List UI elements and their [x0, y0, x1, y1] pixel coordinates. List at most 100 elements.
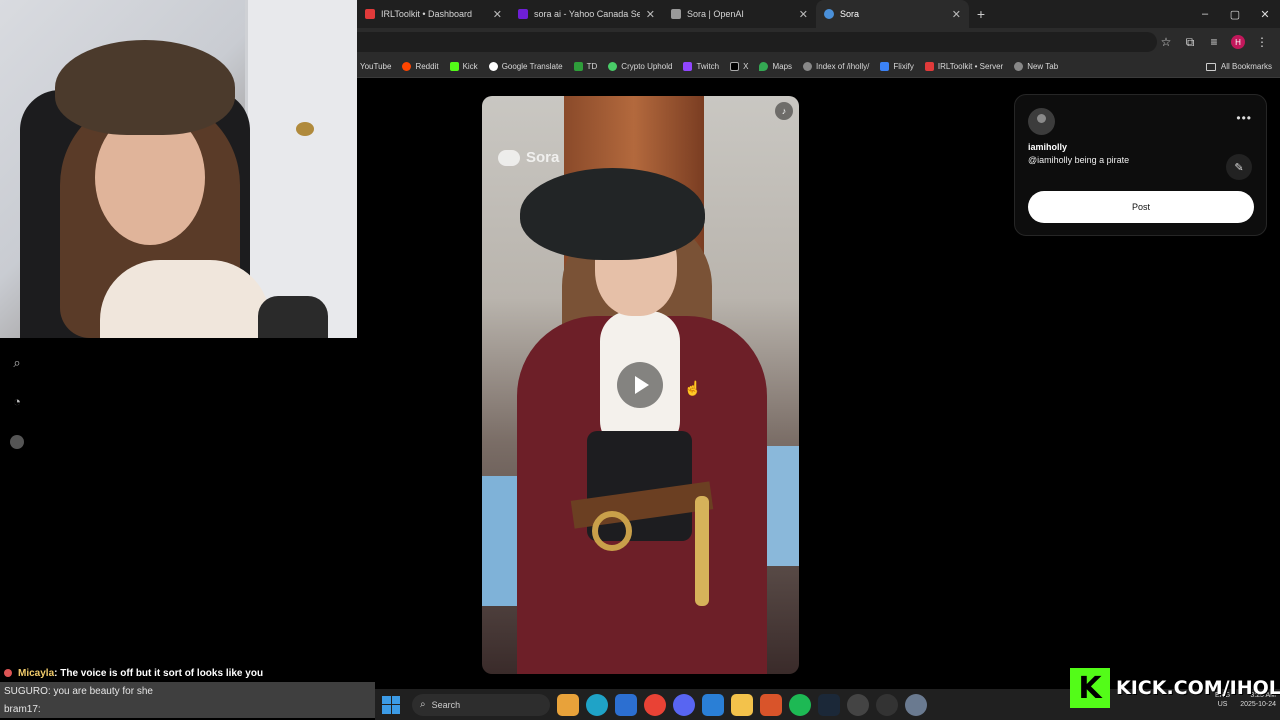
close-window-button[interactable]: ✕	[1250, 8, 1280, 21]
play-button[interactable]	[617, 362, 663, 408]
belt-buckle	[592, 511, 632, 551]
menu-kebab-icon[interactable]: ⋮	[1250, 30, 1274, 54]
media-controls-icon[interactable]: ≡	[1202, 30, 1226, 54]
search-icon[interactable]: ⌕	[9, 355, 25, 371]
watermark-text: Sora	[526, 149, 560, 166]
bookmark-kick[interactable]: Kick	[449, 62, 478, 71]
bookmark-reddit[interactable]: Reddit	[402, 62, 439, 71]
chat-text: :	[37, 703, 41, 715]
streamer-shoulders	[100, 260, 270, 338]
bookmarks-bar: YouTube Reddit Kick Google Translate TD …	[357, 56, 1280, 78]
settings-gear-icon[interactable]	[905, 693, 927, 716]
bookmark-label: Kick	[462, 62, 478, 71]
shield-app-icon[interactable]	[702, 693, 724, 716]
post-composer: ••• iamiholly @iamiholly being a pirate …	[1014, 94, 1267, 236]
address-bar[interactable]	[357, 32, 1157, 52]
post-caption[interactable]: @iamiholly being a pirate	[1028, 155, 1129, 165]
sora-watermark: Sora	[498, 149, 559, 166]
tab-sora[interactable]: Sora ✕	[816, 0, 969, 28]
bookmark-flixify[interactable]: Flixify	[880, 62, 914, 71]
obs-app-icon[interactable]	[760, 693, 782, 716]
bookmark-youtube[interactable]: YouTube	[360, 62, 391, 71]
tab-bar: IRLToolkit • Dashboard ✕ sora ai - Yahoo…	[357, 0, 1280, 28]
recording-app-icon[interactable]	[876, 693, 898, 716]
minimize-button[interactable]: –	[1190, 8, 1220, 21]
speaker-icon[interactable]: ♪	[775, 102, 793, 120]
chat-message: Micayla : The voice is off but it sort o…	[0, 664, 375, 682]
bookmark-label: Crypto Uphold	[621, 62, 673, 71]
door-knob	[296, 122, 314, 136]
profile-avatar-icon[interactable]	[10, 435, 24, 449]
tab-title: Sora | OpenAI	[687, 9, 744, 19]
tab-close-icon[interactable]: ✕	[799, 8, 808, 21]
bookmark-twitch[interactable]: Twitch	[683, 62, 719, 71]
globe-icon	[1014, 62, 1024, 71]
maps-icon	[759, 62, 769, 71]
explorer-app-icon[interactable]	[557, 693, 579, 716]
kick-url: KICK.COM/IHOLLY	[1116, 677, 1280, 699]
maximize-button[interactable]: ▢	[1220, 8, 1250, 21]
edge-icon[interactable]	[586, 693, 608, 716]
microphone	[258, 296, 328, 338]
circle-app-icon[interactable]	[847, 693, 869, 716]
bookmark-label: Flixify	[893, 62, 914, 71]
tab-close-icon[interactable]: ✕	[646, 8, 655, 21]
profile-avatar: H	[1231, 35, 1245, 49]
tab-close-icon[interactable]: ✕	[493, 8, 502, 21]
chat-badge-icon	[4, 669, 12, 677]
search-icon: ⌕	[420, 699, 426, 710]
more-options-button[interactable]: •••	[1236, 111, 1252, 125]
store-icon[interactable]	[615, 693, 637, 716]
all-bookmarks-button[interactable]: All Bookmarks	[1205, 62, 1272, 71]
extensions-icon[interactable]: ⧉	[1178, 30, 1202, 54]
taskbar-search[interactable]: ⌕ Search	[412, 693, 550, 716]
bookmark-irltoolkit-server[interactable]: IRLToolkit • Server	[924, 62, 1004, 71]
bookmark-x[interactable]: X	[730, 62, 748, 71]
post-button[interactable]: Post	[1028, 191, 1254, 223]
window-controls: – ▢ ✕	[1190, 8, 1280, 21]
folder-icon	[1205, 62, 1216, 71]
bookmark-index-iholly[interactable]: Index of /iholly/	[803, 62, 869, 71]
bookmark-star-icon[interactable]: ☆	[1154, 30, 1178, 54]
chat-username: SUGURO	[4, 685, 48, 697]
globe-icon	[803, 62, 813, 71]
tab-favicon-icon	[518, 9, 528, 19]
bookmark-label: New Tab	[1027, 62, 1059, 71]
bookmark-new-tab[interactable]: New Tab	[1014, 62, 1058, 71]
windows-start-icon[interactable]	[382, 695, 400, 714]
bookmark-crypto-uphold[interactable]: Crypto Uphold	[608, 62, 672, 71]
tab-yahoo-search[interactable]: sora ai - Yahoo Canada Search ✕	[510, 0, 663, 28]
chat-message: bram17 :	[0, 700, 375, 718]
profile-button[interactable]: H	[1226, 30, 1250, 54]
new-tab-button[interactable]: +	[969, 6, 993, 22]
reddit-icon	[402, 62, 412, 71]
hand-cursor-icon: ☝	[684, 380, 702, 396]
discord-icon[interactable]	[673, 693, 695, 716]
chat-username: bram17	[4, 703, 38, 715]
kick-icon	[449, 62, 459, 71]
bookmark-maps[interactable]: Maps	[759, 62, 792, 71]
chrome-icon[interactable]	[644, 693, 666, 716]
tab-sora-openai[interactable]: Sora | OpenAI ✕	[663, 0, 816, 28]
video-player[interactable]: Sora ♪ ☝	[482, 96, 799, 674]
edit-pencil-icon[interactable]: ✎	[1226, 154, 1252, 180]
bookmark-google-translate[interactable]: Google Translate	[488, 62, 563, 71]
file-explorer-icon[interactable]	[731, 693, 753, 716]
tab-close-icon[interactable]: ✕	[952, 8, 961, 21]
chat-username: Micayla	[18, 667, 55, 679]
tab-favicon-icon	[365, 9, 375, 19]
bookmark-label: Reddit	[415, 62, 439, 71]
tab-title: Sora	[840, 9, 860, 19]
sky-left	[482, 476, 522, 606]
screen: IRLToolkit • Dashboard ✕ sora ai - Yahoo…	[0, 0, 1280, 720]
tab-favicon-icon	[824, 9, 834, 19]
steam-icon[interactable]	[818, 693, 840, 716]
webcam-overlay	[0, 0, 357, 338]
bookmark-td[interactable]: TD	[573, 62, 597, 71]
tab-irltoolkit[interactable]: IRLToolkit • Dashboard ✕	[357, 0, 510, 28]
bookmark-label: IRLToolkit • Server	[937, 62, 1004, 71]
tab-favicon-icon	[671, 9, 681, 19]
notification-bell-icon[interactable]: ◔	[9, 393, 25, 409]
sword-hilt	[695, 496, 709, 606]
spotify-icon[interactable]	[789, 693, 811, 716]
